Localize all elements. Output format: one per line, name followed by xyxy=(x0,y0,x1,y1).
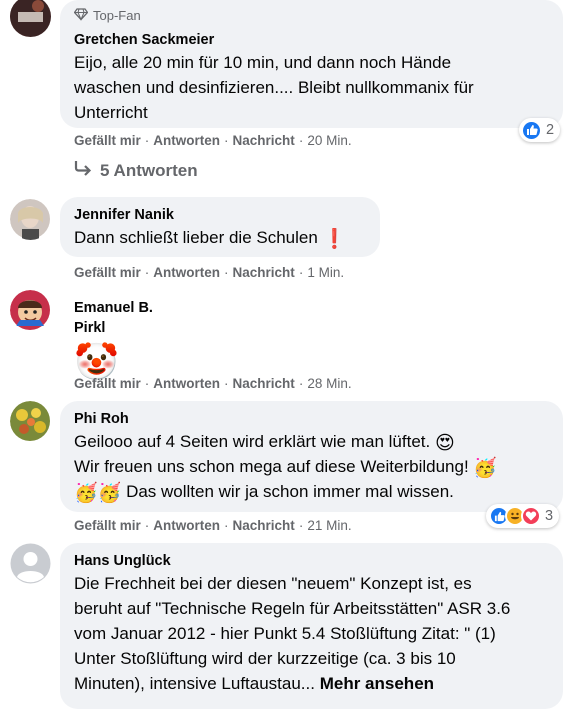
reply-arrow-icon xyxy=(74,160,92,181)
avatar[interactable] xyxy=(10,543,51,584)
like-link[interactable]: Gefällt mir xyxy=(74,133,141,148)
reaction-count: 3 xyxy=(545,508,554,524)
separator: · xyxy=(144,265,150,280)
reply-link[interactable]: Antworten xyxy=(153,265,220,280)
separator: · xyxy=(298,518,304,533)
comment-bubble: Top-Fan Gretchen Sackmeier Eijo, alle 20… xyxy=(60,0,563,128)
comment-author[interactable]: Jennifer Nanik xyxy=(74,205,366,225)
comment-text-line: Wir freuen uns schon mega auf diese Weit… xyxy=(74,454,549,479)
message-link[interactable]: Nachricht xyxy=(233,376,295,391)
comment-time[interactable]: 28 Min. xyxy=(307,376,351,391)
separator: · xyxy=(224,133,229,148)
comment-text-line: waschen und desinfizieren.... Bleibt nul… xyxy=(74,78,474,97)
replies-label: 5 Antworten xyxy=(100,160,198,180)
line-text: Das wollten wir ja schon immer mal wisse… xyxy=(126,482,454,501)
message-link[interactable]: Nachricht xyxy=(233,133,295,148)
like-link[interactable]: Gefällt mir xyxy=(74,518,141,533)
avatar-image xyxy=(10,199,50,240)
reaction-count: 2 xyxy=(546,122,555,138)
comment-text-line: beruht auf "Technische Regeln für Arbeit… xyxy=(74,599,511,618)
top-fan-label: Top-Fan xyxy=(93,7,141,23)
reply-link[interactable]: Antworten xyxy=(153,376,220,391)
comment-author[interactable]: Emanuel B. Pirkl xyxy=(74,298,186,338)
comment-bubble: Phi Roh Geilooo auf 4 Seiten wird erklär… xyxy=(60,401,563,512)
comment-text: Dann schließt lieber die Schulen ❗ xyxy=(74,225,366,250)
comment-text-line: Unter Stoßlüftung wird der kurzzeitige (… xyxy=(74,649,456,668)
comment-text-content: Dann schließt lieber die Schulen xyxy=(74,228,318,247)
avatar[interactable] xyxy=(10,401,51,442)
party-face-emoji: 🥳🥳 xyxy=(74,483,122,504)
view-replies-button[interactable]: 5 Antworten xyxy=(74,160,198,181)
love-icon xyxy=(521,506,541,526)
comment-text-line: Eijo, alle 20 min für 10 min, und dann n… xyxy=(74,53,452,72)
comment-author[interactable]: Gretchen Sackmeier xyxy=(74,30,549,50)
comment-text-line: Minuten), intensive Luftaustau... Mehr a… xyxy=(74,671,549,696)
avatar[interactable] xyxy=(10,290,51,331)
heart-eyes-emoji: 😍 xyxy=(434,433,455,454)
comment-actions: Gefällt mir · Antworten · Nachricht · 21 Min. xyxy=(74,518,352,533)
separator: · xyxy=(144,376,150,391)
comment-actions: Gefällt mir · Antworten · Nachricht · 1 Min. xyxy=(74,265,344,280)
separator: · xyxy=(144,133,150,148)
comment-bubble: Jennifer Nanik Dann schließt lieber die … xyxy=(60,197,380,257)
like-link[interactable]: Gefällt mir xyxy=(74,265,141,280)
separator: · xyxy=(298,376,304,391)
exclamation-emoji: ❗ xyxy=(322,229,347,250)
separator: · xyxy=(298,265,304,280)
comment-actions: Gefällt mir · Antworten · Nachricht · 28 Min. xyxy=(74,376,352,391)
comment-bubble: Emanuel B. Pirkl 🤡 xyxy=(60,290,200,382)
avatar-image xyxy=(10,401,50,441)
comment-bubble: Hans Unglück Die Frechheit bei der diese… xyxy=(60,543,563,709)
comment-time[interactable]: 1 Min. xyxy=(307,265,344,280)
reply-link[interactable]: Antworten xyxy=(153,518,220,533)
comment-time[interactable]: 21 Min. xyxy=(307,518,351,533)
line-text: Geilooo auf 4 Seiten wird erklärt wie ma… xyxy=(74,432,431,451)
reaction-summary[interactable]: 3 xyxy=(486,504,560,528)
reply-link[interactable]: Antworten xyxy=(153,133,220,148)
comment-text-line: 🥳🥳 Das wollten wir ja schon immer mal wi… xyxy=(74,479,549,504)
avatar-image xyxy=(10,290,50,330)
comment-text-line: vom Januar 2012 - hier Punkt 5.4 Stoßlüf… xyxy=(74,624,496,643)
comment-time[interactable]: 20 Min. xyxy=(307,133,351,148)
line-text: Wir freuen uns schon mega auf diese Weit… xyxy=(74,457,469,476)
separator: · xyxy=(224,265,229,280)
default-avatar-icon xyxy=(10,543,51,584)
separator: · xyxy=(224,376,229,391)
message-link[interactable]: Nachricht xyxy=(233,518,295,533)
truncated-text: Minuten), intensive Luftaustau... xyxy=(74,674,315,693)
message-link[interactable]: Nachricht xyxy=(233,265,295,280)
comment-text-line: Geilooo auf 4 Seiten wird erklärt wie ma… xyxy=(74,429,549,454)
comment-text: Die Frechheit bei der diesen "neuem" Kon… xyxy=(74,571,549,696)
comment-text: Geilooo auf 4 Seiten wird erklärt wie ma… xyxy=(74,429,549,504)
separator: · xyxy=(298,133,304,148)
like-link[interactable]: Gefällt mir xyxy=(74,376,141,391)
avatar-image xyxy=(10,0,50,36)
reaction-summary[interactable]: 2 xyxy=(519,118,561,142)
party-face-emoji: 🥳 xyxy=(473,458,498,479)
see-more-link[interactable]: Mehr ansehen xyxy=(320,674,434,693)
comment-text-line: Unterricht xyxy=(74,103,148,122)
top-fan-diamond-icon xyxy=(73,7,89,24)
separator: · xyxy=(144,518,150,533)
avatar[interactable] xyxy=(10,0,51,37)
comment-text: Eijo, alle 20 min für 10 min, und dann n… xyxy=(74,50,549,125)
separator: · xyxy=(224,518,229,533)
top-fan-badge: Top-Fan xyxy=(73,6,549,24)
comment-actions: Gefällt mir · Antworten · Nachricht · 20 Min. xyxy=(74,133,352,148)
comment-author[interactable]: Hans Unglück xyxy=(74,551,549,571)
like-icon xyxy=(521,119,542,141)
comment-text-line: Die Frechheit bei der diesen "neuem" Kon… xyxy=(74,574,472,593)
avatar[interactable] xyxy=(10,199,51,240)
comment-author[interactable]: Phi Roh xyxy=(74,409,549,429)
